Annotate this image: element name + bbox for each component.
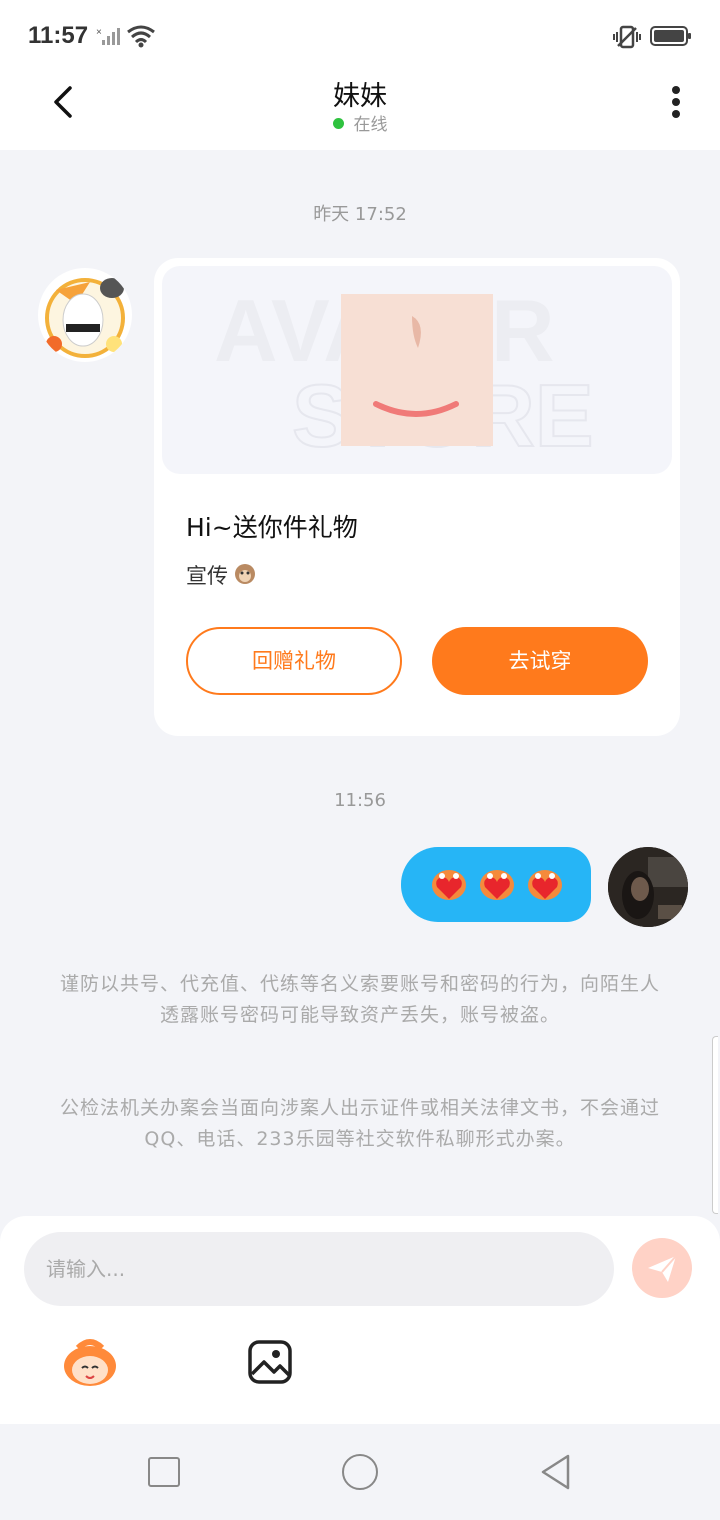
- security-warning: 谨防以共号、代充值、代练等名义索要账号和密码的行为，向陌生人透露账号密码可能导致…: [60, 973, 661, 1026]
- home-button[interactable]: [342, 1454, 378, 1490]
- sent-message-bubble[interactable]: [401, 847, 591, 922]
- wifi-icon: [127, 25, 155, 48]
- svg-text:×: ×: [96, 27, 102, 38]
- more-vert-icon[interactable]: [662, 82, 690, 122]
- security-warning: 公检法机关办案会当面向涉案人出示证件或相关法律文书，不会通过QQ、电话、233乐…: [60, 1097, 661, 1150]
- gift-title: Hi~送你件礼物: [186, 513, 358, 542]
- image-icon[interactable]: [246, 1338, 294, 1386]
- gift-subtitle: 宣传: [186, 560, 258, 590]
- message-timestamp: 昨天 17:52: [313, 204, 407, 225]
- gift-card: AVATAR STORE Hi~送你件礼物 宣传 回赠礼物 去试穿: [154, 258, 680, 736]
- online-status: 在线: [0, 110, 720, 135]
- battery-icon: [650, 26, 691, 46]
- status-time: 11:57: [28, 22, 89, 49]
- message-input[interactable]: 请输入...: [24, 1232, 614, 1306]
- online-status-label: 在线: [353, 115, 388, 135]
- online-dot: [332, 118, 344, 129]
- gift-preview-image: AVATAR STORE: [162, 266, 672, 474]
- signal-icon: ×: [96, 27, 120, 45]
- return-gift-button[interactable]: 回赠礼物: [186, 627, 402, 695]
- gift-subtitle-text: 宣传: [186, 564, 228, 588]
- system-nav-bar: [0, 1424, 720, 1520]
- emoji-heart-icon: [528, 870, 562, 900]
- send-button[interactable]: [632, 1238, 692, 1298]
- vibrate-icon: [613, 25, 641, 49]
- chat-header: 妹妹 在线: [0, 72, 720, 150]
- message-timestamp: 11:56: [334, 790, 386, 811]
- send-icon: [648, 1255, 677, 1282]
- emoji-heart-icon: [480, 870, 514, 900]
- emoji-heart-icon: [432, 870, 466, 900]
- nav-back-icon[interactable]: [538, 1453, 574, 1491]
- status-bar: 11:57 ×: [0, 0, 720, 72]
- emoji-icon[interactable]: [60, 1338, 120, 1388]
- monkey-emoji-icon: [235, 564, 255, 584]
- scrollbar[interactable]: [712, 1036, 718, 1214]
- composer-panel: 请输入...: [0, 1216, 720, 1424]
- page-title: 妹妹: [333, 81, 387, 112]
- friend-avatar[interactable]: [38, 268, 132, 362]
- try-on-button[interactable]: 去试穿: [432, 627, 648, 695]
- my-avatar[interactable]: [608, 847, 688, 927]
- recents-button[interactable]: [148, 1457, 180, 1487]
